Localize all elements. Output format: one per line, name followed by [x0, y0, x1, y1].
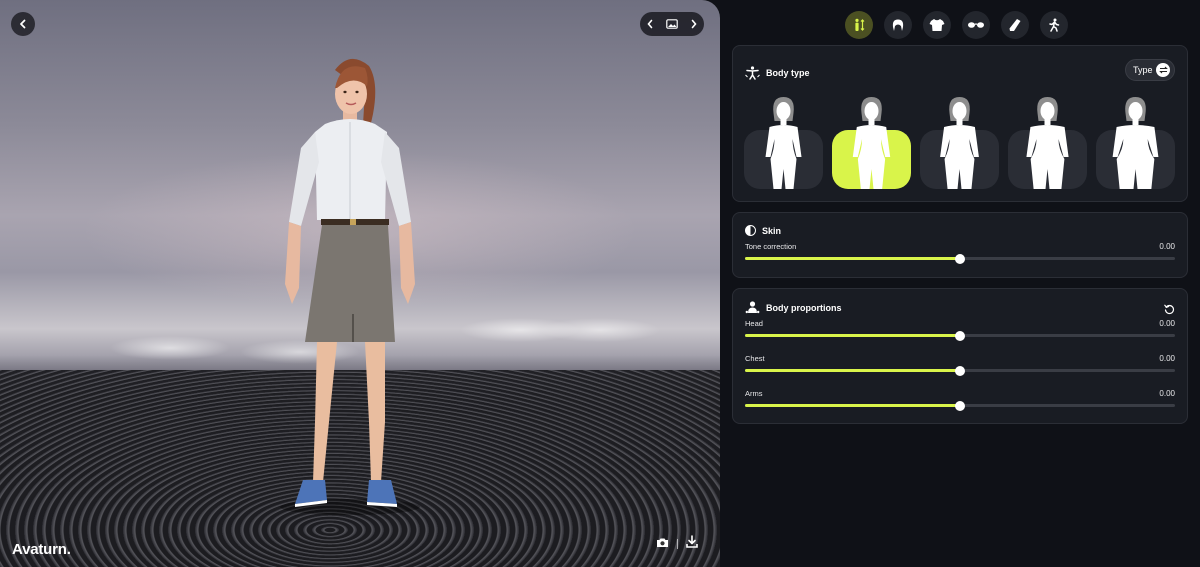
body-type-heading: Body type [745, 66, 810, 80]
chevron-left-icon [20, 19, 26, 29]
slider-track[interactable] [745, 365, 1175, 376]
viewport-actions [656, 535, 698, 553]
avatar-viewport[interactable]: Avaturn. [0, 0, 720, 567]
download-button[interactable] [686, 535, 698, 553]
skin-tone-icon [745, 225, 756, 236]
skin-heading: Skin [745, 225, 781, 236]
slider-fill [745, 404, 960, 407]
category-tabs [845, 11, 1068, 39]
slider-fill [745, 334, 960, 337]
app-root: Avaturn. Body type Type Skin Tone correc… [0, 0, 1200, 567]
slider-value: 0.00 [1159, 354, 1175, 363]
tone-correction-slider: Tone correction 0.00 [745, 242, 1175, 264]
chevron-right-icon [691, 19, 697, 29]
slider-fill [745, 369, 960, 372]
background-switcher [640, 12, 704, 36]
slider-label: Chest [745, 354, 765, 363]
background-image-button[interactable] [666, 19, 678, 29]
tab-glasses[interactable] [962, 11, 990, 39]
skin-title: Skin [762, 225, 782, 236]
chevron-left-icon [647, 19, 653, 29]
body-silhouette-icon [1112, 97, 1159, 189]
avaturn-logo: Avaturn. [12, 541, 71, 558]
slider-label: Arms [745, 389, 763, 398]
slider-fill [745, 257, 960, 260]
body-type-option-average[interactable] [832, 95, 911, 189]
glasses-icon [968, 22, 984, 28]
slider-thumb[interactable] [955, 365, 965, 376]
body-type-option-slim[interactable] [744, 95, 823, 189]
slider-thumb[interactable] [955, 330, 965, 341]
body-icon [855, 18, 865, 31]
body-proportions-heading: Body proportions [745, 301, 842, 314]
tshirt-icon [929, 19, 945, 31]
hair-icon [892, 19, 904, 31]
slider-track[interactable] [745, 330, 1175, 341]
tab-animation[interactable] [1040, 11, 1068, 39]
body-type-options [744, 95, 1175, 189]
body-proportions-icon [745, 301, 760, 314]
slider-thumb[interactable] [955, 400, 965, 411]
image-icon [666, 19, 678, 29]
body-type-icon [745, 66, 760, 80]
body-type-toggle-button[interactable]: Type [1125, 59, 1175, 81]
body-silhouette-icon [1026, 97, 1069, 189]
tab-shoes[interactable] [1001, 11, 1029, 39]
skin-card: Skin Tone correction 0.00 [732, 212, 1188, 278]
avatar-figure[interactable] [265, 52, 435, 522]
actions-divider [677, 539, 678, 549]
slider-value: 0.00 [1159, 389, 1175, 398]
camera-icon [657, 538, 668, 547]
slider-value: 0.00 [1159, 319, 1175, 328]
tab-hair[interactable] [884, 11, 912, 39]
body-type-option-full[interactable] [1008, 95, 1087, 189]
next-background-button[interactable] [690, 19, 698, 29]
body-silhouette-icon [852, 97, 891, 189]
body-silhouette-icon [765, 97, 802, 189]
body-proportions-card: Body proportions Head 0.00 Chest 0.00 Ar… [732, 288, 1188, 424]
download-icon [686, 535, 698, 548]
body-type-option-curvy[interactable] [920, 95, 999, 189]
slider-track[interactable] [745, 253, 1175, 264]
slider-label: Head [745, 319, 763, 328]
walking-icon [1049, 18, 1060, 32]
back-button[interactable] [11, 12, 35, 36]
previous-background-button[interactable] [646, 19, 654, 29]
slider-label: Tone correction [745, 242, 797, 251]
body-silhouette-icon [940, 97, 979, 189]
head-slider: Head 0.00 [745, 319, 1175, 341]
tab-body[interactable] [845, 11, 873, 39]
slider-value: 0.00 [1159, 242, 1175, 251]
body-type-option-plus[interactable] [1096, 95, 1175, 189]
body-type-title: Body type [766, 68, 810, 78]
swap-icon [1156, 63, 1170, 77]
reset-icon [1164, 304, 1175, 315]
body-proportions-title: Body proportions [766, 302, 842, 313]
chest-slider: Chest 0.00 [745, 354, 1175, 376]
customization-panel: Body type Type Skin Tone correction 0.00 [720, 0, 1200, 567]
shoe-icon [1009, 19, 1021, 31]
arms-slider: Arms 0.00 [745, 389, 1175, 411]
screenshot-button[interactable] [656, 535, 669, 553]
tab-outfit[interactable] [923, 11, 951, 39]
slider-track[interactable] [745, 400, 1175, 411]
reset-proportions-button[interactable] [1164, 302, 1175, 320]
slider-thumb[interactable] [955, 253, 965, 264]
type-button-label: Type [1133, 65, 1153, 75]
